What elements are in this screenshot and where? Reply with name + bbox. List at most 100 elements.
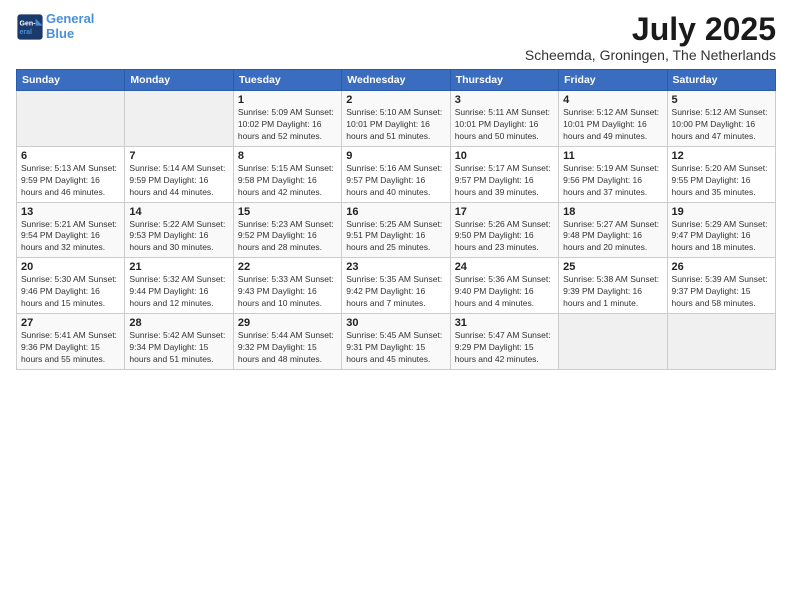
day-cell: 4Sunrise: 5:12 AM Sunset: 10:01 PM Dayli… <box>559 91 667 147</box>
day-info: Sunrise: 5:11 AM Sunset: 10:01 PM Daylig… <box>455 107 554 143</box>
day-cell: 8Sunrise: 5:15 AM Sunset: 9:58 PM Daylig… <box>233 146 341 202</box>
day-info: Sunrise: 5:17 AM Sunset: 9:57 PM Dayligh… <box>455 163 554 199</box>
day-number: 29 <box>238 317 337 329</box>
day-info: Sunrise: 5:45 AM Sunset: 9:31 PM Dayligh… <box>346 330 445 366</box>
day-info: Sunrise: 5:30 AM Sunset: 9:46 PM Dayligh… <box>21 274 120 310</box>
header-cell-thursday: Thursday <box>450 70 558 91</box>
day-number: 10 <box>455 150 554 162</box>
day-number: 22 <box>238 261 337 273</box>
day-cell: 2Sunrise: 5:10 AM Sunset: 10:01 PM Dayli… <box>342 91 450 147</box>
header-row: SundayMondayTuesdayWednesdayThursdayFrid… <box>17 70 776 91</box>
logo-line2: Blue <box>46 26 74 41</box>
header: Gen- eral General Blue July 2025 Scheemd… <box>16 12 776 63</box>
logo-icon: Gen- eral <box>16 13 44 41</box>
day-number: 24 <box>455 261 554 273</box>
header-cell-monday: Monday <box>125 70 233 91</box>
day-cell: 24Sunrise: 5:36 AM Sunset: 9:40 PM Dayli… <box>450 258 558 314</box>
day-info: Sunrise: 5:09 AM Sunset: 10:02 PM Daylig… <box>238 107 337 143</box>
day-cell: 7Sunrise: 5:14 AM Sunset: 9:59 PM Daylig… <box>125 146 233 202</box>
day-cell: 25Sunrise: 5:38 AM Sunset: 9:39 PM Dayli… <box>559 258 667 314</box>
week-row-4: 20Sunrise: 5:30 AM Sunset: 9:46 PM Dayli… <box>17 258 776 314</box>
day-cell <box>125 91 233 147</box>
day-info: Sunrise: 5:27 AM Sunset: 9:48 PM Dayligh… <box>563 219 662 255</box>
week-row-1: 1Sunrise: 5:09 AM Sunset: 10:02 PM Dayli… <box>17 91 776 147</box>
day-info: Sunrise: 5:33 AM Sunset: 9:43 PM Dayligh… <box>238 274 337 310</box>
day-number: 20 <box>21 261 120 273</box>
header-cell-saturday: Saturday <box>667 70 775 91</box>
day-cell: 23Sunrise: 5:35 AM Sunset: 9:42 PM Dayli… <box>342 258 450 314</box>
day-info: Sunrise: 5:35 AM Sunset: 9:42 PM Dayligh… <box>346 274 445 310</box>
day-info: Sunrise: 5:39 AM Sunset: 9:37 PM Dayligh… <box>672 274 771 310</box>
day-number: 11 <box>563 150 662 162</box>
day-cell: 9Sunrise: 5:16 AM Sunset: 9:57 PM Daylig… <box>342 146 450 202</box>
day-cell: 15Sunrise: 5:23 AM Sunset: 9:52 PM Dayli… <box>233 202 341 258</box>
day-number: 14 <box>129 206 228 218</box>
header-cell-wednesday: Wednesday <box>342 70 450 91</box>
day-number: 30 <box>346 317 445 329</box>
day-number: 8 <box>238 150 337 162</box>
day-info: Sunrise: 5:29 AM Sunset: 9:47 PM Dayligh… <box>672 219 771 255</box>
day-cell: 27Sunrise: 5:41 AM Sunset: 9:36 PM Dayli… <box>17 313 125 369</box>
day-cell: 1Sunrise: 5:09 AM Sunset: 10:02 PM Dayli… <box>233 91 341 147</box>
day-number: 31 <box>455 317 554 329</box>
day-cell: 11Sunrise: 5:19 AM Sunset: 9:56 PM Dayli… <box>559 146 667 202</box>
svg-text:Gen-: Gen- <box>20 21 37 28</box>
day-number: 27 <box>21 317 120 329</box>
day-info: Sunrise: 5:23 AM Sunset: 9:52 PM Dayligh… <box>238 219 337 255</box>
day-cell <box>667 313 775 369</box>
day-number: 16 <box>346 206 445 218</box>
day-info: Sunrise: 5:10 AM Sunset: 10:01 PM Daylig… <box>346 107 445 143</box>
title-block: July 2025 Scheemda, Groningen, The Nethe… <box>525 12 776 63</box>
day-info: Sunrise: 5:32 AM Sunset: 9:44 PM Dayligh… <box>129 274 228 310</box>
calendar-page: Gen- eral General Blue July 2025 Scheemd… <box>0 0 792 612</box>
day-number: 9 <box>346 150 445 162</box>
logo: Gen- eral General Blue <box>16 12 94 42</box>
calendar-header: SundayMondayTuesdayWednesdayThursdayFrid… <box>17 70 776 91</box>
day-info: Sunrise: 5:21 AM Sunset: 9:54 PM Dayligh… <box>21 219 120 255</box>
day-cell: 22Sunrise: 5:33 AM Sunset: 9:43 PM Dayli… <box>233 258 341 314</box>
day-info: Sunrise: 5:25 AM Sunset: 9:51 PM Dayligh… <box>346 219 445 255</box>
day-number: 5 <box>672 94 771 106</box>
day-cell: 26Sunrise: 5:39 AM Sunset: 9:37 PM Dayli… <box>667 258 775 314</box>
week-row-2: 6Sunrise: 5:13 AM Sunset: 9:59 PM Daylig… <box>17 146 776 202</box>
week-row-3: 13Sunrise: 5:21 AM Sunset: 9:54 PM Dayli… <box>17 202 776 258</box>
day-cell: 31Sunrise: 5:47 AM Sunset: 9:29 PM Dayli… <box>450 313 558 369</box>
day-info: Sunrise: 5:36 AM Sunset: 9:40 PM Dayligh… <box>455 274 554 310</box>
day-info: Sunrise: 5:16 AM Sunset: 9:57 PM Dayligh… <box>346 163 445 199</box>
day-number: 6 <box>21 150 120 162</box>
day-number: 25 <box>563 261 662 273</box>
day-cell: 29Sunrise: 5:44 AM Sunset: 9:32 PM Dayli… <box>233 313 341 369</box>
day-number: 12 <box>672 150 771 162</box>
day-number: 3 <box>455 94 554 106</box>
day-info: Sunrise: 5:12 AM Sunset: 10:00 PM Daylig… <box>672 107 771 143</box>
day-number: 4 <box>563 94 662 106</box>
week-row-5: 27Sunrise: 5:41 AM Sunset: 9:36 PM Dayli… <box>17 313 776 369</box>
day-info: Sunrise: 5:15 AM Sunset: 9:58 PM Dayligh… <box>238 163 337 199</box>
day-cell: 3Sunrise: 5:11 AM Sunset: 10:01 PM Dayli… <box>450 91 558 147</box>
day-number: 21 <box>129 261 228 273</box>
day-cell <box>17 91 125 147</box>
day-number: 13 <box>21 206 120 218</box>
day-cell: 17Sunrise: 5:26 AM Sunset: 9:50 PM Dayli… <box>450 202 558 258</box>
day-info: Sunrise: 5:22 AM Sunset: 9:53 PM Dayligh… <box>129 219 228 255</box>
day-info: Sunrise: 5:41 AM Sunset: 9:36 PM Dayligh… <box>21 330 120 366</box>
calendar-body: 1Sunrise: 5:09 AM Sunset: 10:02 PM Dayli… <box>17 91 776 369</box>
header-cell-sunday: Sunday <box>17 70 125 91</box>
day-number: 23 <box>346 261 445 273</box>
day-cell: 30Sunrise: 5:45 AM Sunset: 9:31 PM Dayli… <box>342 313 450 369</box>
day-info: Sunrise: 5:20 AM Sunset: 9:55 PM Dayligh… <box>672 163 771 199</box>
day-cell: 16Sunrise: 5:25 AM Sunset: 9:51 PM Dayli… <box>342 202 450 258</box>
month-title: July 2025 <box>525 12 776 47</box>
day-cell: 18Sunrise: 5:27 AM Sunset: 9:48 PM Dayli… <box>559 202 667 258</box>
day-cell: 20Sunrise: 5:30 AM Sunset: 9:46 PM Dayli… <box>17 258 125 314</box>
day-cell: 14Sunrise: 5:22 AM Sunset: 9:53 PM Dayli… <box>125 202 233 258</box>
day-number: 2 <box>346 94 445 106</box>
day-cell: 12Sunrise: 5:20 AM Sunset: 9:55 PM Dayli… <box>667 146 775 202</box>
day-number: 26 <box>672 261 771 273</box>
day-number: 1 <box>238 94 337 106</box>
header-cell-friday: Friday <box>559 70 667 91</box>
day-number: 15 <box>238 206 337 218</box>
day-cell: 19Sunrise: 5:29 AM Sunset: 9:47 PM Dayli… <box>667 202 775 258</box>
day-info: Sunrise: 5:26 AM Sunset: 9:50 PM Dayligh… <box>455 219 554 255</box>
header-cell-tuesday: Tuesday <box>233 70 341 91</box>
